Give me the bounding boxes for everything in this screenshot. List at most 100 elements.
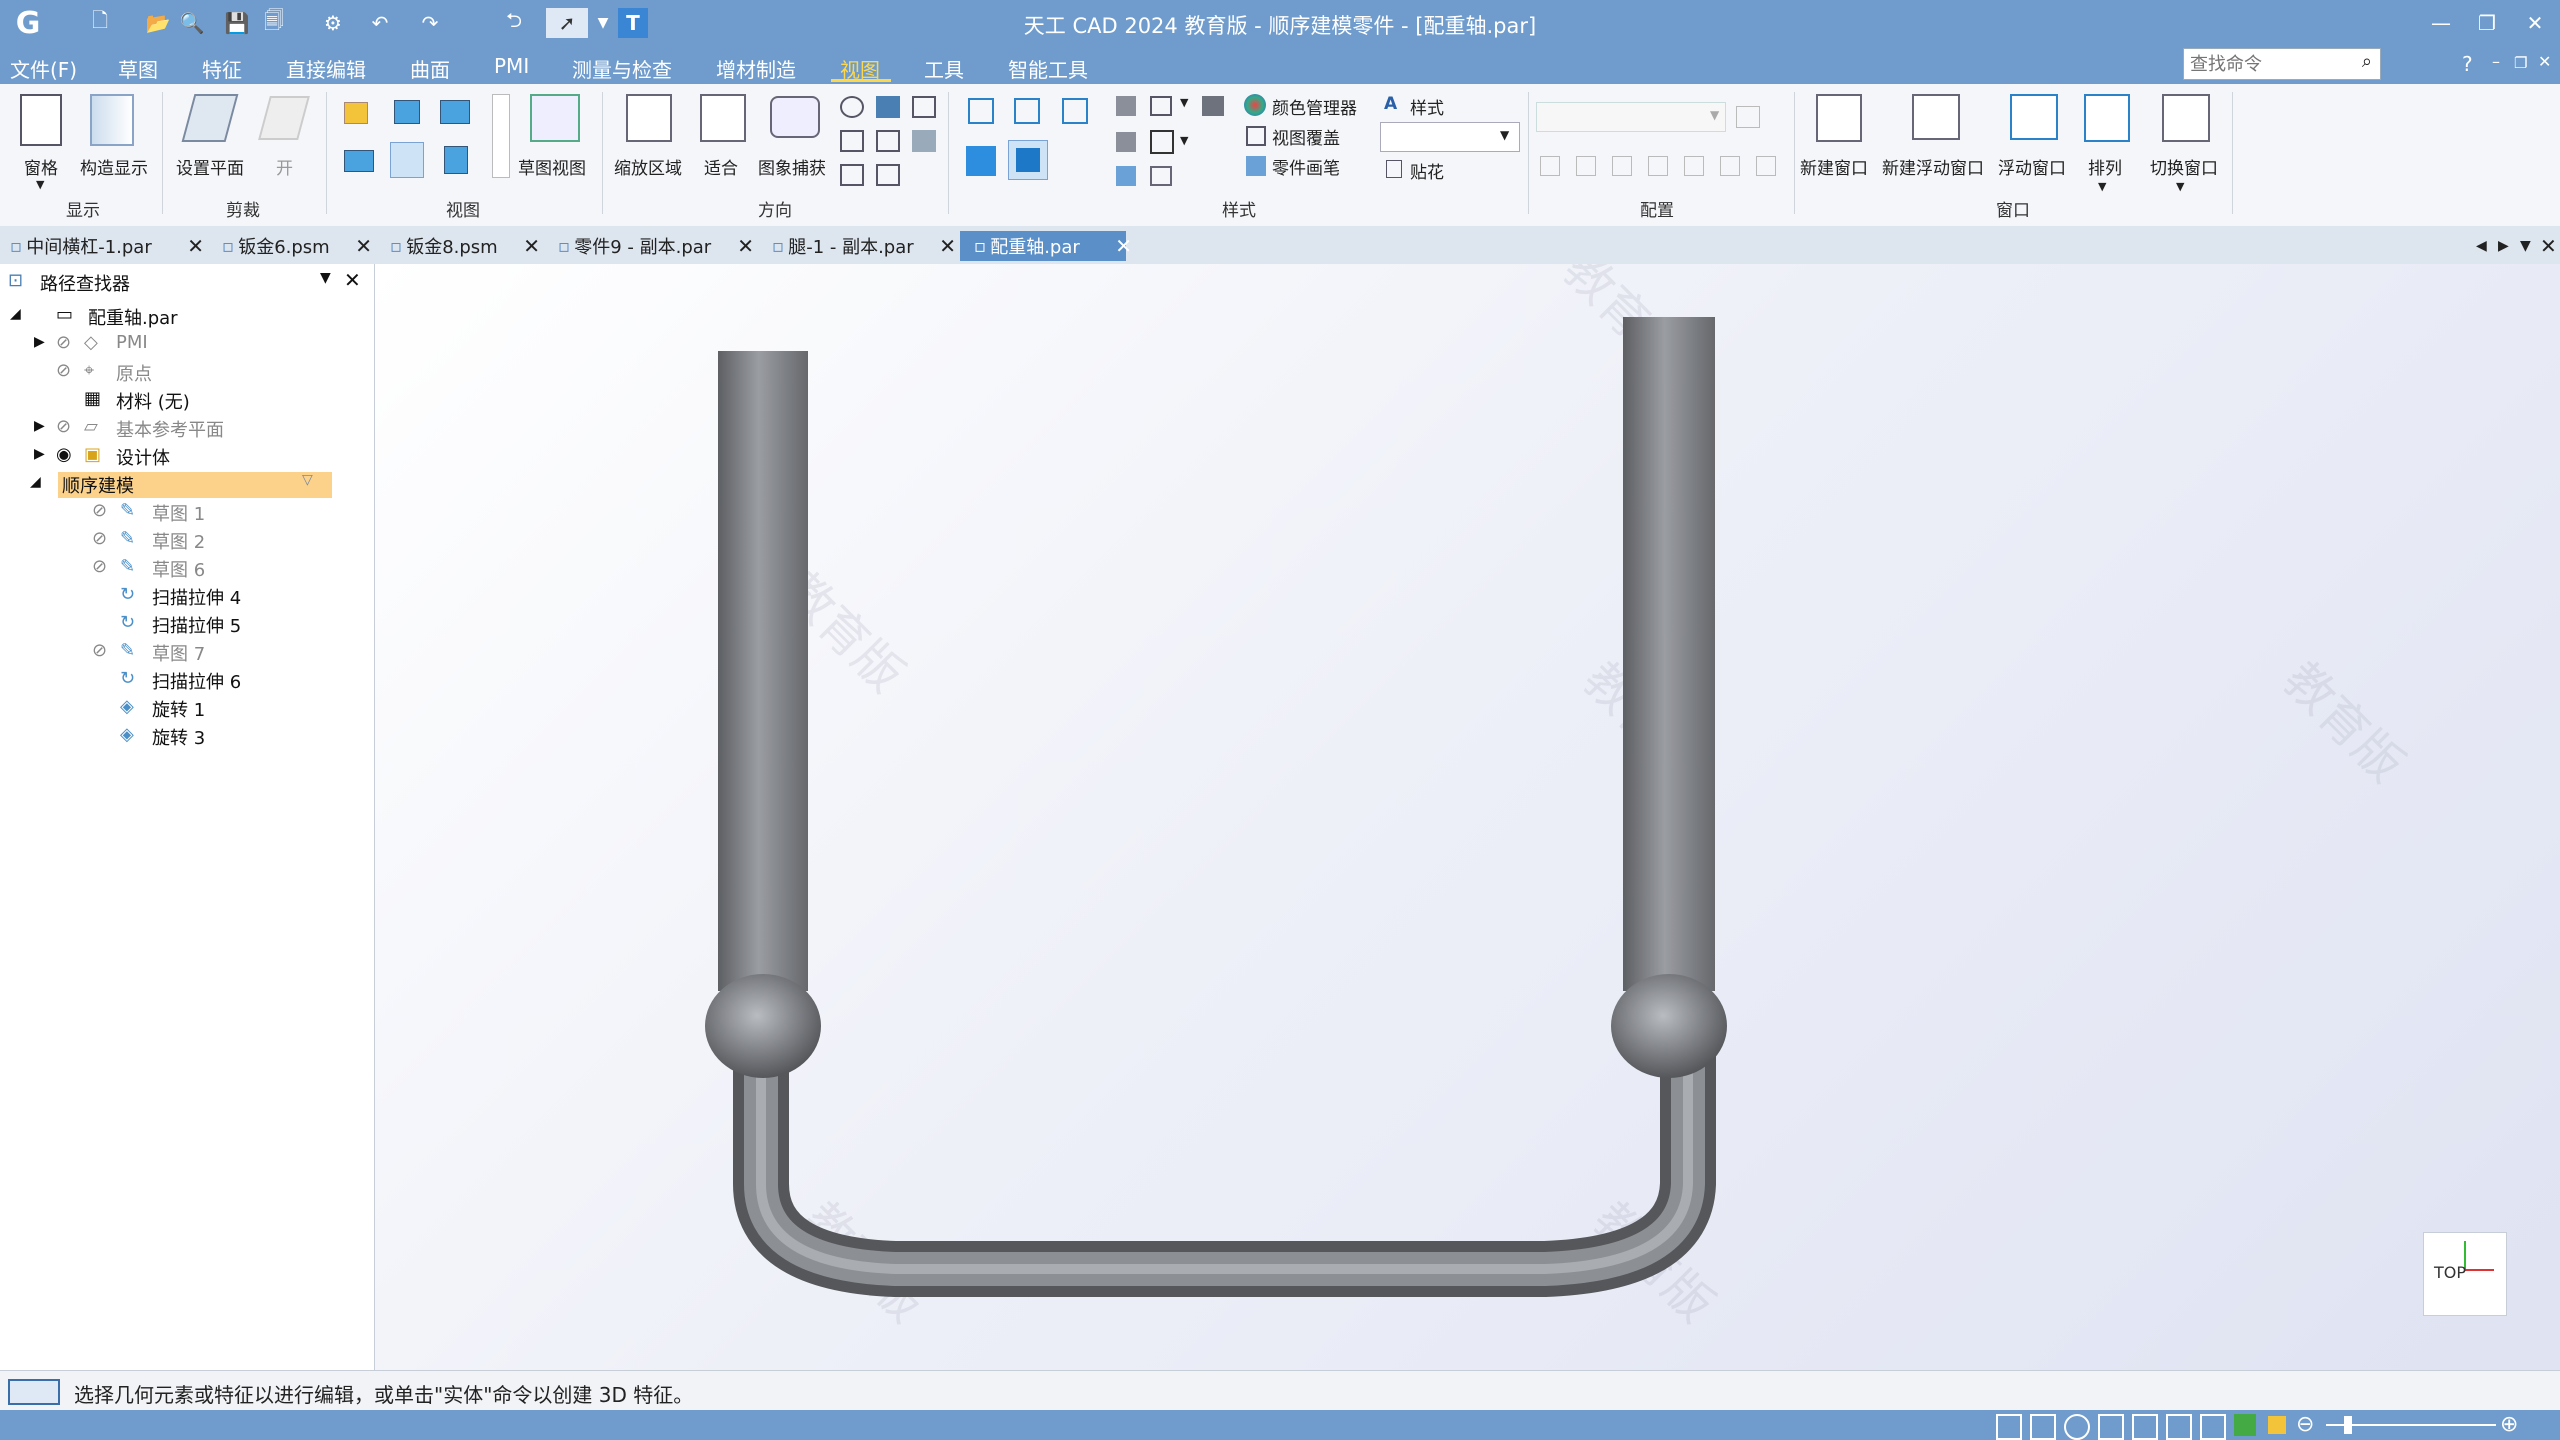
expand-ref-planes-icon[interactable]: ▶: [34, 418, 45, 434]
menu-direct-edit[interactable]: 直接编辑: [286, 54, 366, 83]
settings-gear-icon[interactable]: ⚙: [316, 8, 350, 38]
menu-sketch[interactable]: 草图: [118, 54, 158, 83]
zoom-in-icon[interactable]: ⊕: [2500, 1412, 2518, 1437]
view-cube-icon-1[interactable]: [344, 102, 368, 124]
look-at-small-icon[interactable]: [2166, 1414, 2192, 1440]
pan-icon[interactable]: [912, 96, 936, 118]
view-overlay-label[interactable]: 视图覆盖: [1272, 124, 1340, 149]
new-window-label[interactable]: 新建窗口: [1800, 154, 1868, 179]
capture-label[interactable]: 图象捕获: [758, 154, 826, 179]
hidden-eye-icon[interactable]: ⊘: [56, 416, 71, 437]
tree-item-ordered-modeling[interactable]: 顺序建模: [62, 472, 134, 498]
zoom-area-small-icon[interactable]: [2030, 1414, 2056, 1440]
app-logo-icon[interactable]: G: [8, 6, 48, 41]
menu-tools[interactable]: 工具: [924, 54, 964, 83]
tree-feature-sketch7[interactable]: 草图 7: [152, 640, 205, 666]
expand-design-body-icon[interactable]: ▶: [34, 446, 45, 462]
tree-feature-sketch6[interactable]: 草图 6: [152, 556, 205, 582]
text-t-icon[interactable]: T: [618, 8, 648, 38]
tabs-list-icon[interactable]: ▼: [2520, 231, 2531, 261]
find-icon[interactable]: 🔍: [178, 8, 206, 38]
center-icon[interactable]: [912, 130, 936, 152]
render-icon-1[interactable]: [1116, 96, 1136, 116]
select-pointer-icon[interactable]: ➚: [546, 8, 588, 38]
help-icon[interactable]: ?: [2462, 52, 2473, 76]
set-plane-label[interactable]: 设置平面: [176, 154, 244, 179]
rotate-small-icon[interactable]: [2132, 1414, 2158, 1440]
view-overlay-icon[interactable]: [1246, 126, 1266, 146]
pan-small-icon[interactable]: [2098, 1414, 2124, 1440]
menu-feature[interactable]: 特征: [202, 54, 242, 83]
save-icon[interactable]: 💾: [220, 8, 254, 38]
view-scroll-icon[interactable]: [492, 94, 510, 178]
menu-additive[interactable]: 增材制造: [716, 54, 796, 83]
close-tab-icon[interactable]: ✕: [939, 234, 956, 258]
tree-feature-sketch2[interactable]: 草图 2: [152, 528, 205, 554]
zoom-out-icon[interactable]: ⊖: [2296, 1412, 2314, 1437]
fit-icon[interactable]: [700, 94, 746, 142]
float-window-label[interactable]: 浮动窗口: [1998, 154, 2066, 179]
render-icon-6[interactable]: [1116, 166, 1136, 186]
arrange-dropdown-icon[interactable]: ▼: [2098, 180, 2106, 193]
new-float-window-icon[interactable]: [1912, 94, 1960, 140]
part-painter-label[interactable]: 零件画笔: [1272, 154, 1340, 179]
menu-file[interactable]: 文件(F): [10, 54, 77, 83]
color-manager-icon[interactable]: [1244, 94, 1266, 116]
pathfinder-close-icon[interactable]: ✕: [344, 268, 361, 292]
render-dropdown-icon[interactable]: ▼: [1180, 96, 1188, 109]
close-tab-icon[interactable]: ✕: [1115, 234, 1132, 258]
tree-item-origin[interactable]: 原点: [116, 360, 152, 386]
open-folder-icon[interactable]: 📂: [140, 8, 176, 38]
zoom-icon[interactable]: [840, 96, 864, 118]
render-icon-5[interactable]: [1150, 130, 1174, 154]
menu-smart-tools[interactable]: 智能工具: [1008, 54, 1088, 83]
tree-feature-revolve1[interactable]: 旋转 1: [152, 696, 205, 722]
save-all-icon[interactable]: 🗐: [254, 8, 294, 38]
menu-measure[interactable]: 测量与检查: [572, 54, 672, 83]
construct-display-label[interactable]: 构造显示: [80, 154, 148, 179]
zoom-area-icon[interactable]: [626, 94, 672, 142]
collapse-ordered-icon[interactable]: ◢: [30, 474, 41, 490]
ribbon-close-icon[interactable]: ✕: [2538, 52, 2551, 71]
zoom-area-label[interactable]: 缩放区域: [614, 154, 682, 179]
new-file-icon[interactable]: 🗋: [82, 8, 118, 38]
highlight-small-icon[interactable]: [2268, 1416, 2286, 1434]
look-at-icon[interactable]: [840, 130, 864, 152]
tree-item-pmi[interactable]: PMI: [116, 332, 148, 353]
iso-view-icon-3[interactable]: [1062, 98, 1088, 124]
pane-icon[interactable]: [20, 94, 62, 146]
render-icon-2[interactable]: [1150, 96, 1172, 116]
sketch-view-label[interactable]: 草图视图: [518, 154, 586, 179]
ordered-dropdown-icon[interactable]: ▽: [302, 472, 313, 488]
shaded-view-icon[interactable]: [966, 146, 996, 176]
tab-doc-1[interactable]: ▫ 中间横杠-1.par ✕: [10, 231, 204, 261]
render-icon-7[interactable]: [1150, 166, 1172, 186]
back-arrow-icon[interactable]: ⮌: [494, 8, 534, 38]
visible-eye-icon[interactable]: ◉: [56, 444, 72, 465]
tab-doc-3[interactable]: ▫ 钣金8.psm ✕: [390, 231, 540, 261]
tab-doc-2[interactable]: ▫ 钣金6.psm ✕: [222, 231, 372, 261]
style-dropdown-arrow-icon[interactable]: ▼: [1500, 128, 1509, 142]
prev-view-icon[interactable]: [840, 164, 864, 186]
3d-viewport[interactable]: 教育版 教育版 教育版 教育版 教育版 教育版 TOP: [375, 264, 2560, 1370]
hidden-eye-icon[interactable]: ⊘: [56, 360, 71, 381]
camera-capture-icon[interactable]: [770, 96, 820, 138]
tab-doc-active[interactable]: ▫ 配重轴.par ✕: [960, 231, 1132, 261]
menu-surface[interactable]: 曲面: [410, 54, 450, 83]
view-cube-icon-4[interactable]: [344, 150, 374, 172]
construct-display-icon[interactable]: [90, 94, 134, 146]
view-cube-icon-3[interactable]: [440, 100, 470, 124]
fit-label[interactable]: 适合: [704, 154, 738, 179]
switch-window-dropdown-icon[interactable]: ▼: [2176, 180, 2184, 193]
sketch-view-icon[interactable]: [530, 94, 580, 142]
iso-view-icon-1[interactable]: [968, 98, 994, 124]
hidden-eye-icon[interactable]: ⊘: [56, 332, 71, 353]
hidden-eye-icon[interactable]: ⊘: [92, 556, 107, 577]
menu-pmi[interactable]: PMI: [494, 54, 529, 78]
tree-feature-sweep4[interactable]: 扫描拉伸 4: [152, 584, 241, 610]
restore-icon[interactable]: ❐: [2470, 8, 2504, 38]
close-tab-icon[interactable]: ✕: [523, 234, 540, 258]
part-painter-icon[interactable]: [1246, 156, 1266, 176]
zoom-small-icon[interactable]: [2064, 1414, 2090, 1440]
view-cube-icon-5[interactable]: [444, 146, 468, 174]
